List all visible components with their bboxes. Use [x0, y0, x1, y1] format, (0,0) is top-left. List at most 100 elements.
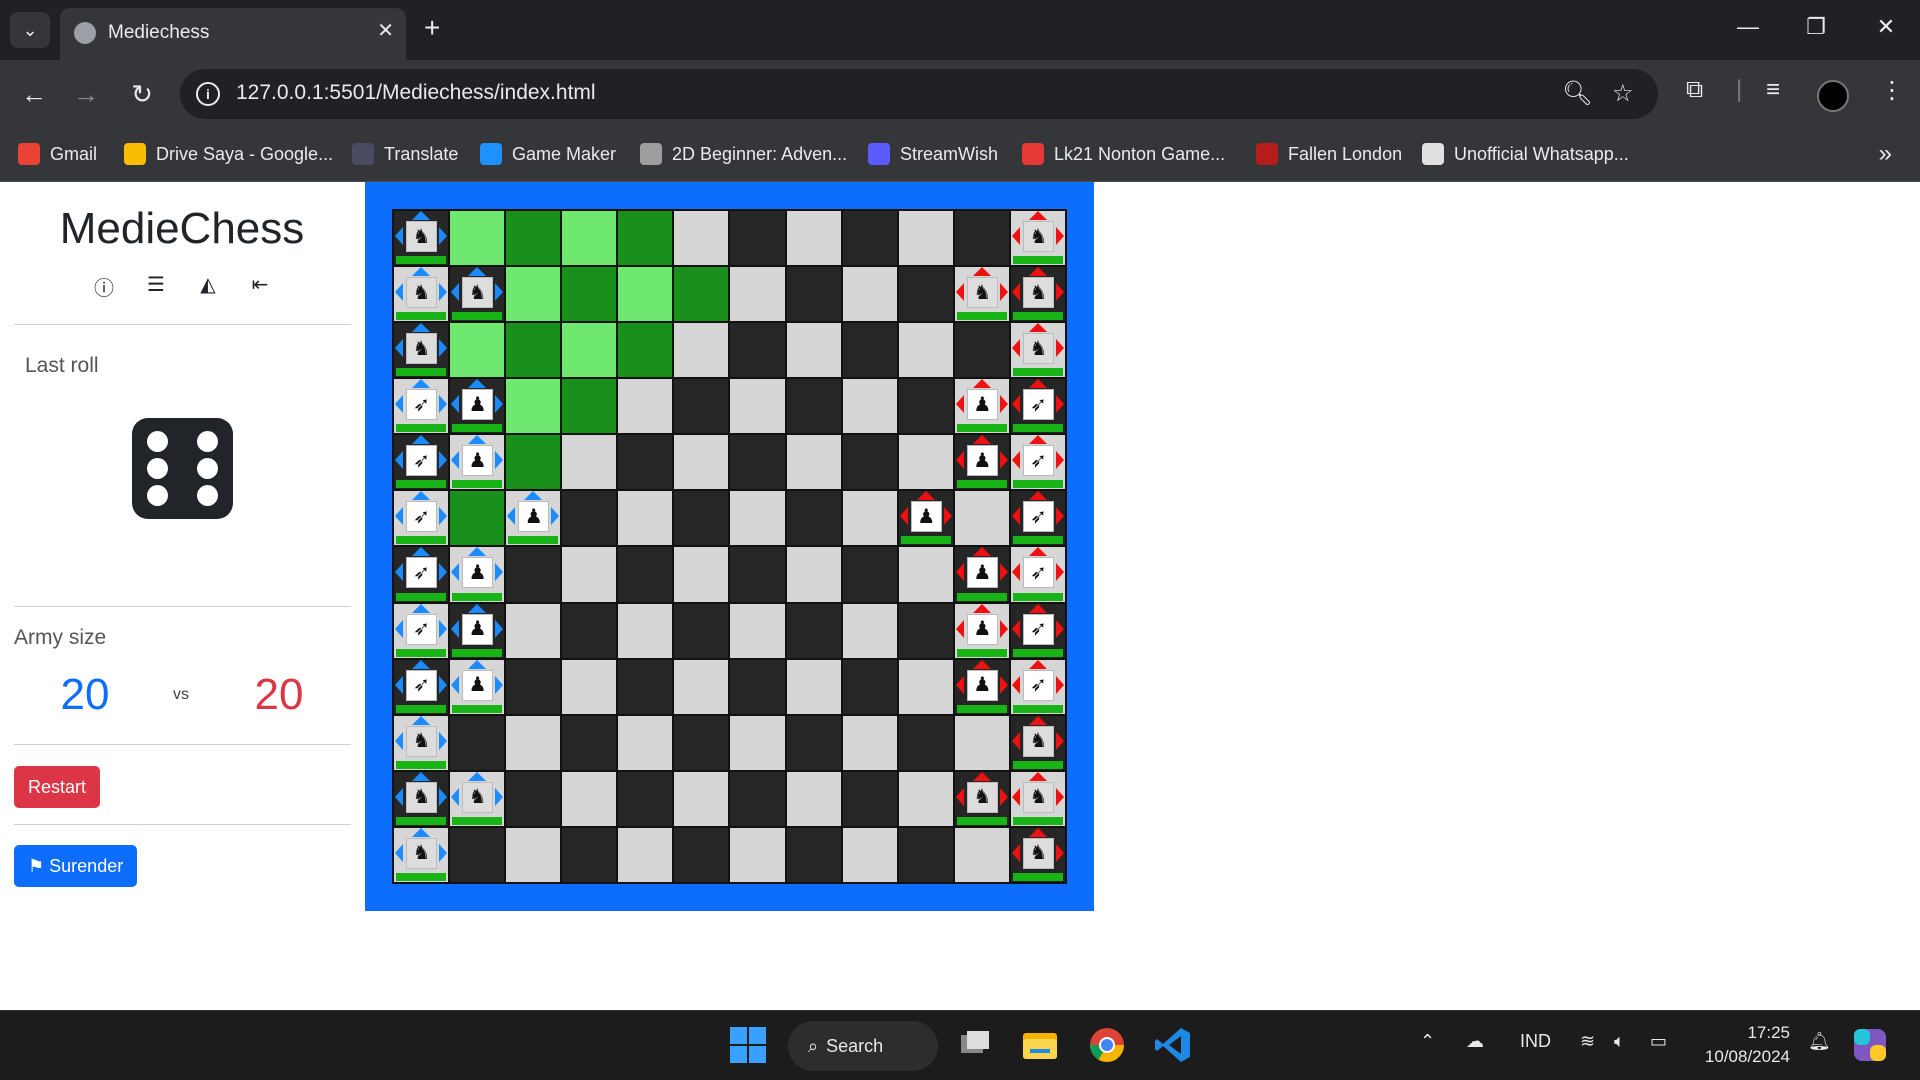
- red-knight-piece[interactable]: ♞: [955, 771, 1009, 826]
- list-icon[interactable]: ☰: [143, 272, 169, 297]
- blue-soldier-piece[interactable]: ♟: [450, 603, 504, 658]
- board-cell[interactable]: [785, 546, 842, 603]
- board-cell[interactable]: [617, 770, 674, 827]
- blue-archer-piece[interactable]: ➶: [394, 491, 448, 545]
- red-soldier-piece[interactable]: ♟: [955, 659, 1009, 714]
- reload-icon[interactable]: ↻: [124, 76, 160, 112]
- address-bar[interactable]: i 127.0.0.1:5501/Mediechess/index.html 🔍…: [180, 69, 1658, 119]
- board-cell[interactable]: [785, 434, 842, 491]
- board-cell[interactable]: [673, 322, 730, 379]
- board-cell[interactable]: [673, 490, 730, 547]
- board-cell[interactable]: [561, 546, 618, 603]
- board-cell[interactable]: [841, 210, 898, 267]
- board-cell[interactable]: ♞: [393, 826, 450, 883]
- board-cell[interactable]: [561, 602, 618, 659]
- board-cell[interactable]: [673, 378, 730, 435]
- board-cell[interactable]: [841, 602, 898, 659]
- board-cell[interactable]: [561, 770, 618, 827]
- blue-soldier-piece[interactable]: ♟: [450, 659, 504, 714]
- blue-knight-piece[interactable]: ♞: [450, 267, 504, 321]
- bookmark-item[interactable]: Lk21 Nonton Game...: [1022, 140, 1225, 168]
- board-cell[interactable]: ♟: [505, 490, 562, 547]
- board-cell[interactable]: [897, 210, 954, 267]
- board-cell[interactable]: [897, 266, 954, 323]
- board-cell[interactable]: [729, 714, 786, 771]
- triangle-icon[interactable]: ◭: [195, 272, 221, 297]
- board-cell[interactable]: [729, 490, 786, 547]
- red-soldier-piece[interactable]: ♟: [955, 379, 1009, 433]
- restore-icon[interactable]: ❐: [1796, 14, 1836, 40]
- red-archer-piece[interactable]: ➶: [1011, 659, 1065, 714]
- red-archer-piece[interactable]: ➶: [1011, 491, 1065, 545]
- board-cell[interactable]: [617, 434, 674, 491]
- new-tab-button[interactable]: +: [424, 12, 440, 44]
- board-cell[interactable]: [673, 602, 730, 659]
- bookmarks-overflow-icon[interactable]: »: [1879, 140, 1892, 168]
- board-cell-highlighted[interactable]: [505, 322, 562, 379]
- more-menu-icon[interactable]: ⋮: [1880, 76, 1904, 105]
- board-cell[interactable]: [617, 602, 674, 659]
- url-text[interactable]: 127.0.0.1:5501/Mediechess/index.html: [236, 81, 596, 105]
- help-icon[interactable]: ⓘ: [91, 272, 117, 301]
- board-cell[interactable]: ♟: [449, 658, 506, 715]
- chrome-icon[interactable]: [1087, 1025, 1127, 1065]
- board-cell[interactable]: [841, 714, 898, 771]
- red-knight-piece[interactable]: ♞: [955, 267, 1009, 321]
- language-indicator[interactable]: IND: [1520, 1031, 1551, 1052]
- site-info-icon[interactable]: i: [196, 82, 220, 106]
- board-cell[interactable]: [897, 546, 954, 603]
- board-cell[interactable]: [673, 546, 730, 603]
- wifi-icon[interactable]: ≋: [1580, 1031, 1595, 1052]
- board-cell[interactable]: [897, 378, 954, 435]
- board-cell[interactable]: ➶: [1009, 658, 1066, 715]
- board-cell[interactable]: ♟: [449, 602, 506, 659]
- board-cell[interactable]: [729, 658, 786, 715]
- blue-knight-piece[interactable]: ♞: [394, 267, 448, 321]
- board-cell[interactable]: [953, 210, 1010, 267]
- red-archer-piece[interactable]: ➶: [1011, 379, 1065, 433]
- red-soldier-piece[interactable]: ♟: [899, 491, 953, 545]
- board-cell[interactable]: [449, 826, 506, 883]
- bookmark-star-icon[interactable]: ☆: [1612, 79, 1634, 108]
- bookmark-item[interactable]: Translate: [352, 140, 458, 168]
- board-cell[interactable]: [673, 658, 730, 715]
- game-board[interactable]: ♞ ♞ ♞ ♞ ♞ ♞ ♞ ♞ ➶ ♟ ♟ ➶ ➶ ♟ ♟ ➶ ➶ ♟ ♟ ➶ ➶ ♟ ♟ ➶ ➶ ♟ ♟ ➶ ➶ ♟ ♟ ➶ ♞ ♞ ♞ ♞ ♞ ♞ ♞ ♞: [392, 209, 1067, 884]
- board-cell-highlighted[interactable]: [505, 434, 562, 491]
- board-cell[interactable]: [785, 266, 842, 323]
- board-cell[interactable]: [729, 602, 786, 659]
- red-knight-piece[interactable]: ♞: [1011, 267, 1065, 321]
- board-cell[interactable]: ♞: [1009, 714, 1066, 771]
- copilot-icon[interactable]: [1850, 1025, 1890, 1065]
- board-cell[interactable]: [617, 378, 674, 435]
- bookmark-item[interactable]: 2D Beginner: Adven...: [640, 140, 847, 168]
- red-archer-piece[interactable]: ➶: [1011, 603, 1065, 658]
- board-cell-highlighted[interactable]: [561, 266, 618, 323]
- board-cell-highlighted[interactable]: [449, 322, 506, 379]
- board-cell[interactable]: ➶: [393, 602, 450, 659]
- bookmark-item[interactable]: Gmail: [18, 140, 97, 168]
- board-cell[interactable]: ♞: [393, 770, 450, 827]
- tab-close-icon[interactable]: ✕: [377, 18, 394, 43]
- onedrive-cloud-icon[interactable]: ☁: [1466, 1031, 1484, 1052]
- board-cell[interactable]: ♞: [393, 266, 450, 323]
- zoom-icon[interactable]: 🔍︎: [1562, 79, 1592, 108]
- board-cell[interactable]: [897, 322, 954, 379]
- board-cell-highlighted[interactable]: [617, 322, 674, 379]
- board-cell[interactable]: [897, 602, 954, 659]
- blue-knight-piece[interactable]: ♞: [394, 715, 448, 770]
- board-cell[interactable]: [729, 826, 786, 883]
- board-cell[interactable]: [673, 210, 730, 267]
- board-cell[interactable]: ♟: [953, 434, 1010, 491]
- file-explorer-icon[interactable]: [1020, 1025, 1060, 1065]
- board-cell[interactable]: [561, 434, 618, 491]
- board-cell[interactable]: [841, 826, 898, 883]
- board-cell[interactable]: ♞: [449, 770, 506, 827]
- blue-soldier-piece[interactable]: ♟: [450, 435, 504, 489]
- board-cell[interactable]: [897, 658, 954, 715]
- board-cell[interactable]: ➶: [393, 378, 450, 435]
- windows-start-icon[interactable]: [728, 1025, 768, 1065]
- red-knight-piece[interactable]: ♞: [1011, 715, 1065, 770]
- board-cell-highlighted[interactable]: [505, 210, 562, 267]
- blue-archer-piece[interactable]: ➶: [394, 379, 448, 433]
- board-cell[interactable]: [841, 658, 898, 715]
